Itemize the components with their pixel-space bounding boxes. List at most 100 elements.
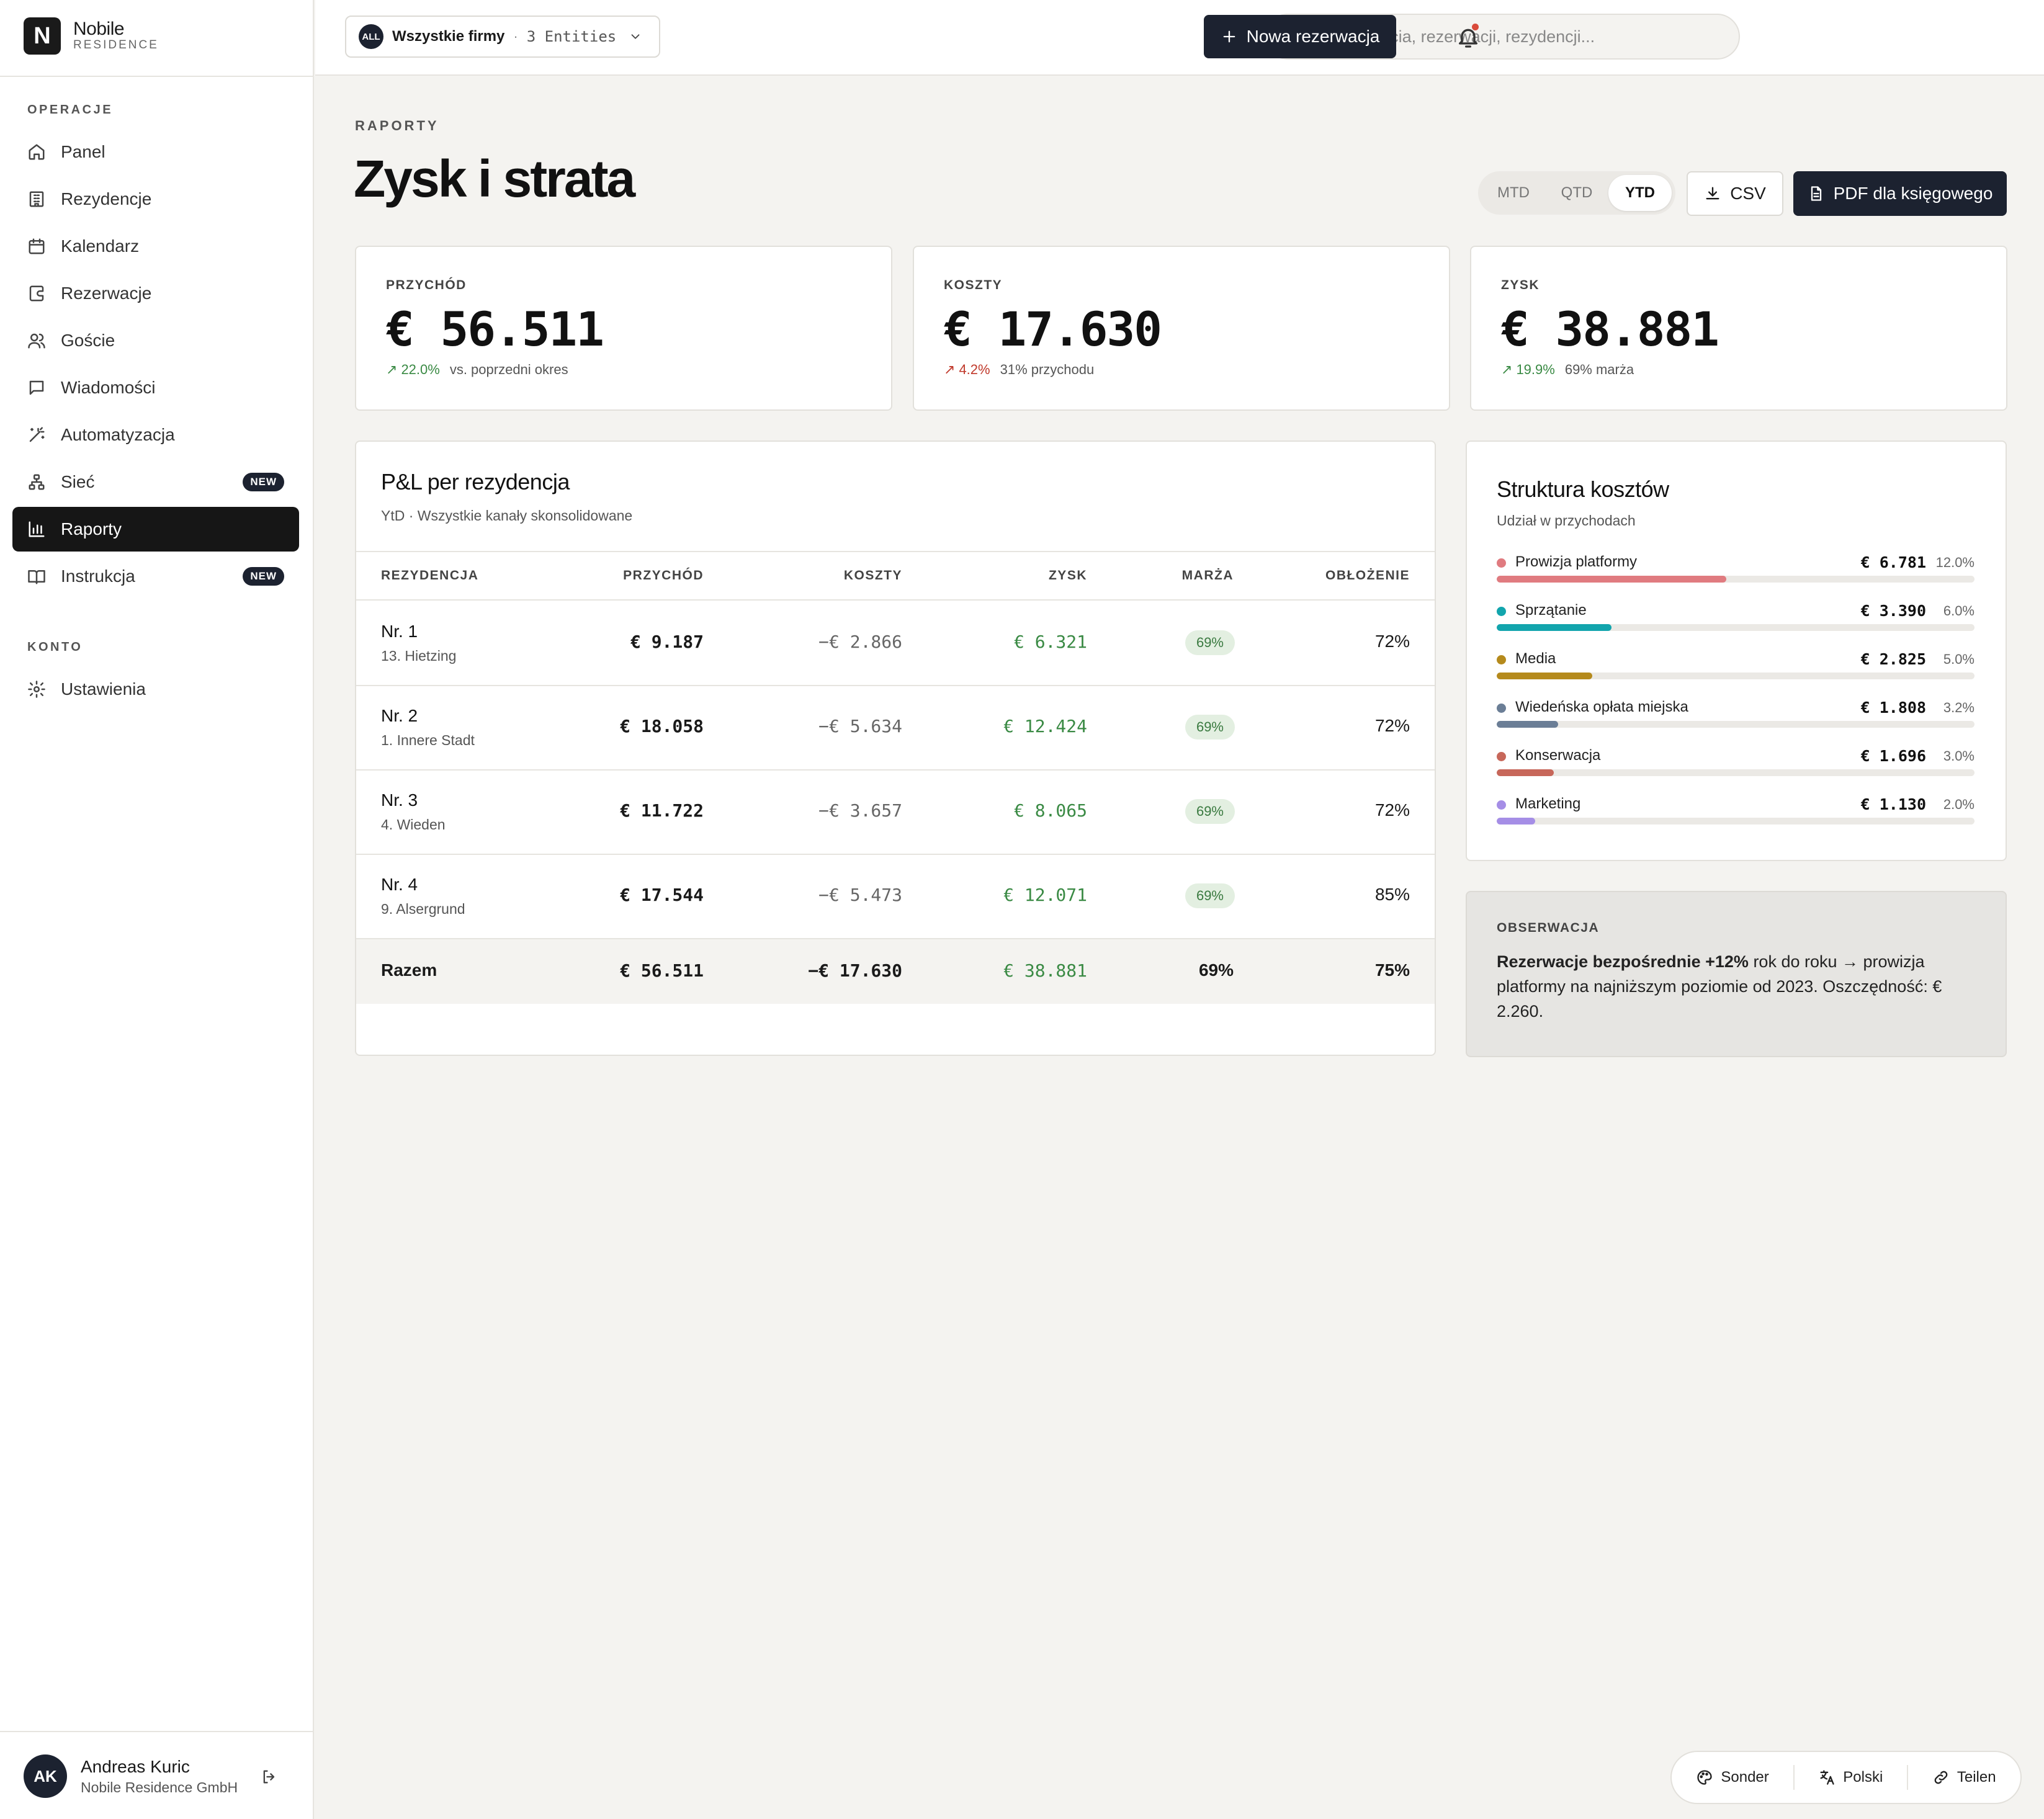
kpi-delta: 4.2% [959, 362, 990, 377]
sidebar-item-settings[interactable]: Ustawienia [12, 667, 299, 712]
occupancy-cell: 72% [1374, 800, 1410, 820]
sidebar-item-label: Kalendarz [61, 236, 140, 256]
booking-icon [29, 285, 44, 302]
sidebar-item-reservations[interactable]: Rezerwacje [12, 271, 299, 316]
kpi-label: KOSZTY [944, 278, 1003, 292]
cost-value: € 6.781 [1860, 553, 1926, 571]
sidebar-item-residences[interactable]: Rezydencje [12, 177, 299, 221]
pl-title: P&L per rezydencja [381, 469, 570, 494]
entity-badge: ALL [359, 24, 383, 49]
entity-name: Wszystkie firmy [392, 28, 505, 45]
kpi-delta: 19.9% [1516, 362, 1555, 377]
total-costs: −€ 17.630 [808, 960, 902, 981]
column-header[interactable]: MARŻA [1182, 568, 1234, 583]
legend-dot [1497, 800, 1506, 810]
residence-location: 9. Alsergrund [381, 901, 465, 917]
period-selector: MTD QTD YTD [1478, 171, 1675, 215]
table-row[interactable]: Nr. 2 1. Innere Stadt € 18.058 −€ 5.634 € 12… [356, 686, 1435, 771]
legend-dot [1497, 558, 1506, 568]
sidebar-item-manual[interactable]: Instrukcja NEW [12, 554, 299, 599]
entity-separator: · [513, 29, 518, 44]
margin-pill: 69% [1185, 630, 1235, 655]
cost-bar-track [1497, 576, 1975, 583]
sidebar-item-label: Raporty [61, 519, 122, 539]
cost-percent: 2.0% [1943, 797, 1975, 812]
period-qtd[interactable]: QTD [1545, 175, 1608, 211]
sidebar-item-label: Panel [61, 142, 105, 161]
total-label: Razem [381, 960, 437, 980]
users-icon [28, 333, 45, 349]
period-mtd[interactable]: MTD [1482, 175, 1545, 211]
sidebar-item-automation[interactable]: Automatyzacja [12, 413, 299, 457]
cost-item: Wiedeńska opłata miejska € 1.808 3.2% [1497, 697, 1975, 741]
sidebar-item-network[interactable]: Sieć NEW [12, 460, 299, 504]
theme-label: Sonder [1721, 1769, 1769, 1785]
language-button[interactable]: Polski [1818, 1769, 1883, 1786]
csv-export-button[interactable]: CSV [1687, 171, 1783, 216]
section-label-operations: OPERACJE [27, 103, 114, 117]
sidebar-item-guests[interactable]: Goście [12, 318, 299, 363]
pl-subtitle: YtD · Wszystkie kanały skonsolidowane [381, 507, 633, 524]
costs-cell: −€ 5.473 [818, 885, 902, 905]
table-row[interactable]: Nr. 4 9. Alsergrund € 17.544 −€ 5.473 € 12.0… [356, 855, 1435, 939]
share-button[interactable]: Teilen [1932, 1769, 1996, 1786]
user-profile[interactable]: AK Andreas Kuric Nobile Residence GmbH [24, 1754, 238, 1798]
sidebar-item-calendar[interactable]: Kalendarz [12, 224, 299, 269]
kpi-card-revenue: PRZYCHÓD € 56.511 ↗ 22.0% vs. poprzedni … [355, 246, 892, 411]
revenue-cell: € 18.058 [620, 716, 704, 736]
observation-text: Rezerwacje bezpośrednie +12% rok do roku… [1497, 949, 1976, 1024]
new-badge: NEW [243, 567, 284, 586]
palette-icon [1697, 1770, 1713, 1785]
column-header[interactable]: PRZYCHÓD [623, 568, 704, 583]
residence-location: 13. Hietzing [381, 648, 457, 664]
trend-up-icon: ↗ [1501, 362, 1513, 377]
profit-cell: € 8.065 [1013, 800, 1087, 821]
kpi-card-costs: KOSZTY € 17.630 ↗ 4.2% 31% przychodu [913, 246, 1450, 411]
cost-name: Wiedeńska opłata miejska [1515, 699, 1688, 715]
cost-bar-track [1497, 769, 1975, 776]
document-icon [1811, 186, 1821, 201]
cost-value: € 1.130 [1860, 795, 1926, 813]
column-header[interactable]: ZYSK [1049, 568, 1087, 583]
logout-icon[interactable] [261, 1768, 278, 1785]
message-icon [29, 380, 44, 395]
period-ytd[interactable]: YTD [1608, 175, 1672, 211]
plus-icon [1223, 30, 1235, 43]
brand-name: Nobile [73, 19, 125, 39]
table-header: REZYDENCJA PRZYCHÓD KOSZTY ZYSK MARŻA OB… [356, 551, 1435, 601]
legend-dot [1497, 704, 1506, 713]
observation-label: OBSERWACJA [1497, 921, 1600, 935]
pdf-export-button[interactable]: PDF dla księgowego [1793, 171, 2007, 216]
column-header[interactable]: REZYDENCJA [381, 568, 478, 583]
revenue-cell: € 11.722 [620, 800, 704, 821]
entity-switcher[interactable]: ALL Wszystkie firmy · 3 Entities [345, 16, 660, 58]
sidebar-item-messages[interactable]: Wiadomości [12, 365, 299, 410]
cost-value: € 3.390 [1860, 602, 1926, 620]
residence-name: Nr. 3 [381, 790, 418, 810]
brand-logo[interactable]: N Nobile RESIDENCE [24, 17, 159, 55]
sidebar-item-label: Ustawienia [61, 679, 146, 699]
sidebar-item-reports[interactable]: Raporty [12, 507, 299, 552]
sidebar-item-label: Automatyzacja [61, 425, 175, 444]
new-reservation-button[interactable]: Nowa rezerwacja [1204, 15, 1396, 58]
margin-pill: 69% [1185, 799, 1235, 824]
profit-cell: € 12.424 [1003, 716, 1087, 736]
table-row[interactable]: Nr. 1 13. Hietzing € 9.187 −€ 2.866 € 6.321 6… [356, 602, 1435, 686]
total-occupancy: 75% [1374, 960, 1410, 980]
sidebar-item-label: Wiadomości [61, 378, 156, 397]
gear-icon [28, 681, 45, 698]
theme-button[interactable]: Sonder [1696, 1769, 1769, 1786]
csv-label: CSV [1730, 184, 1766, 203]
cost-percent: 12.0% [1935, 555, 1975, 570]
table-row[interactable]: Nr. 3 4. Wieden € 11.722 −€ 3.657 € 8.065 69%… [356, 771, 1435, 855]
cost-item: Marketing € 1.130 2.0% [1497, 794, 1975, 838]
cost-item: Konserwacja € 1.696 3.0% [1497, 746, 1975, 789]
occupancy-cell: 72% [1374, 716, 1410, 735]
sidebar-item-panel[interactable]: Panel [12, 130, 299, 174]
column-header[interactable]: KOSZTY [844, 568, 902, 583]
cost-bar-fill [1497, 721, 1558, 728]
column-header[interactable]: OBŁOŻENIE [1325, 568, 1410, 583]
new-reservation-label: Nowa rezerwacja [1246, 27, 1380, 46]
observation-card: OBSERWACJA Rezerwacje bezpośrednie +12% … [1466, 891, 2007, 1057]
chevron-down-icon [631, 34, 640, 39]
